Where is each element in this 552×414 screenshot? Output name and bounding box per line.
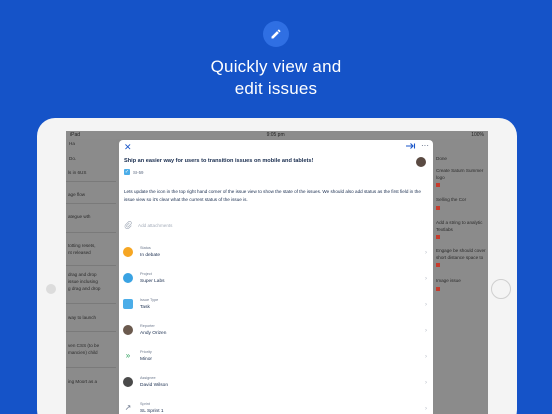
board-card[interactable]: logo xyxy=(436,175,445,181)
paperclip-icon xyxy=(124,221,132,229)
priority-badge xyxy=(436,287,440,291)
field-status[interactable]: Status In debate › xyxy=(123,244,427,266)
edit-pencil-icon xyxy=(263,21,289,47)
divider xyxy=(66,265,116,266)
chevron-right-icon: › xyxy=(425,328,427,334)
field-value: Super Labs xyxy=(140,279,165,284)
divider xyxy=(66,367,116,368)
field-label: Issue Type xyxy=(140,298,159,302)
chevron-right-icon: › xyxy=(425,354,427,360)
project-icon xyxy=(123,273,133,283)
issue-key-row: ✓ SI-59 xyxy=(124,169,144,175)
priority-badge xyxy=(436,263,440,267)
chevron-right-icon: › xyxy=(425,276,427,282)
board-card[interactable]: Engage be should cover xyxy=(436,248,486,254)
sprint-icon: ↗ xyxy=(123,403,133,413)
field-issue-type[interactable]: Issue Type Task › xyxy=(123,296,427,318)
board-card[interactable]: ven CSS (to be xyxy=(68,343,99,349)
time-label: 9:05 pm xyxy=(266,132,285,138)
field-value: Andy Orizen xyxy=(140,331,167,336)
headline: Quickly view and edit issues xyxy=(0,56,552,100)
board-card[interactable]: g drag and drop xyxy=(68,286,100,292)
field-label: Reporter xyxy=(140,324,155,328)
issue-key: SI-59 xyxy=(133,169,144,175)
status-bar: iPad 9:05 pm 100% xyxy=(66,131,488,139)
priority-badge xyxy=(436,206,440,210)
sheet-toolbar: ✕ ··· xyxy=(119,140,433,154)
chevron-right-icon: › xyxy=(425,406,427,412)
board-card[interactable]: Do. xyxy=(69,156,76,162)
field-label: Assignee xyxy=(140,376,156,380)
board-card[interactable]: way to launch xyxy=(68,315,96,321)
field-label: Project xyxy=(140,272,152,276)
field-assignee[interactable]: Assignee David Wilson › xyxy=(123,374,427,396)
divider xyxy=(66,232,116,233)
field-label: Priority xyxy=(140,350,152,354)
board-card[interactable]: Add a string to analytic xyxy=(436,220,482,226)
board-card[interactable]: Create Saturn Summer xyxy=(436,168,483,174)
priority-badge xyxy=(436,183,440,187)
column-header-done: Done xyxy=(436,156,447,161)
issue-title[interactable]: Ship an easier way for users to transiti… xyxy=(124,158,404,164)
more-options-icon[interactable]: ··· xyxy=(421,142,429,150)
field-project[interactable]: Project Super Labs › xyxy=(123,270,427,292)
field-value: In debate xyxy=(140,253,161,258)
issue-detail-sheet: ✕ ··· Ship an easier way for users to tr… xyxy=(119,140,433,414)
avatar-icon[interactable] xyxy=(416,157,426,167)
board-card[interactable]: Selling the Cor xyxy=(436,197,466,203)
chevron-right-icon: › xyxy=(425,250,427,256)
field-value: David Wilson xyxy=(140,383,168,388)
device-camera xyxy=(46,284,56,294)
chevron-right-icon: › xyxy=(425,380,427,386)
avatar-icon xyxy=(123,377,133,387)
field-priority[interactable]: » Priority Minor › xyxy=(123,348,427,370)
divider xyxy=(66,303,116,304)
field-label: Sprint xyxy=(140,402,150,406)
field-sprint[interactable]: ↗ Sprint SL Sprint 1 › xyxy=(123,400,427,414)
transition-icon[interactable] xyxy=(405,142,417,150)
board-card[interactable]: issue inclusing xyxy=(68,279,98,285)
board-card[interactable]: ing Moort as a xyxy=(68,379,97,385)
divider xyxy=(66,181,116,182)
divider xyxy=(66,331,116,332)
home-button[interactable] xyxy=(491,279,511,299)
field-value: SL Sprint 1 xyxy=(140,409,164,414)
priority-badge xyxy=(436,235,440,239)
board-card[interactable]: age flow xyxy=(68,192,85,198)
board-card[interactable]: ategue wth xyxy=(68,214,90,220)
field-reporter[interactable]: Reporter Andy Orizen › xyxy=(123,322,427,344)
toolbar-actions: ··· xyxy=(405,142,429,150)
board-card[interactable]: nt released xyxy=(68,250,91,256)
headline-line-1: Quickly view and xyxy=(210,57,342,76)
priority-minor-icon: » xyxy=(123,351,133,361)
headline-line-2: edit issues xyxy=(234,79,318,98)
board-card[interactable]: Textlabs xyxy=(436,227,453,233)
board-card[interactable]: short distance space to xyxy=(436,255,483,261)
task-icon xyxy=(123,299,133,309)
board-card[interactable]: ls in 6US xyxy=(68,170,86,176)
board-card[interactable]: mancien) child xyxy=(68,350,98,356)
field-value: Minor xyxy=(140,357,152,362)
close-icon[interactable]: ✕ xyxy=(124,142,132,153)
board-card[interactable]: drag and drop xyxy=(68,272,97,278)
issue-description[interactable]: Lets update the icon in the top right ha… xyxy=(124,188,424,204)
field-label: Status xyxy=(140,246,151,250)
status-icon xyxy=(123,247,133,257)
attachments-placeholder: Add attachments xyxy=(138,222,173,228)
board-card[interactable]: Ha xyxy=(69,141,75,147)
avatar-icon xyxy=(123,325,133,335)
add-attachments-row[interactable]: Add attachments xyxy=(124,221,172,229)
board-card[interactable]: totting resets, xyxy=(68,243,96,249)
chevron-right-icon: › xyxy=(425,302,427,308)
field-value: Task xyxy=(140,305,150,310)
board-card[interactable]: Image issue xyxy=(436,278,461,284)
battery-label: 100% xyxy=(471,132,484,138)
task-checkbox-icon: ✓ xyxy=(124,169,130,175)
carrier-label: iPad xyxy=(70,132,81,138)
divider xyxy=(66,203,116,204)
